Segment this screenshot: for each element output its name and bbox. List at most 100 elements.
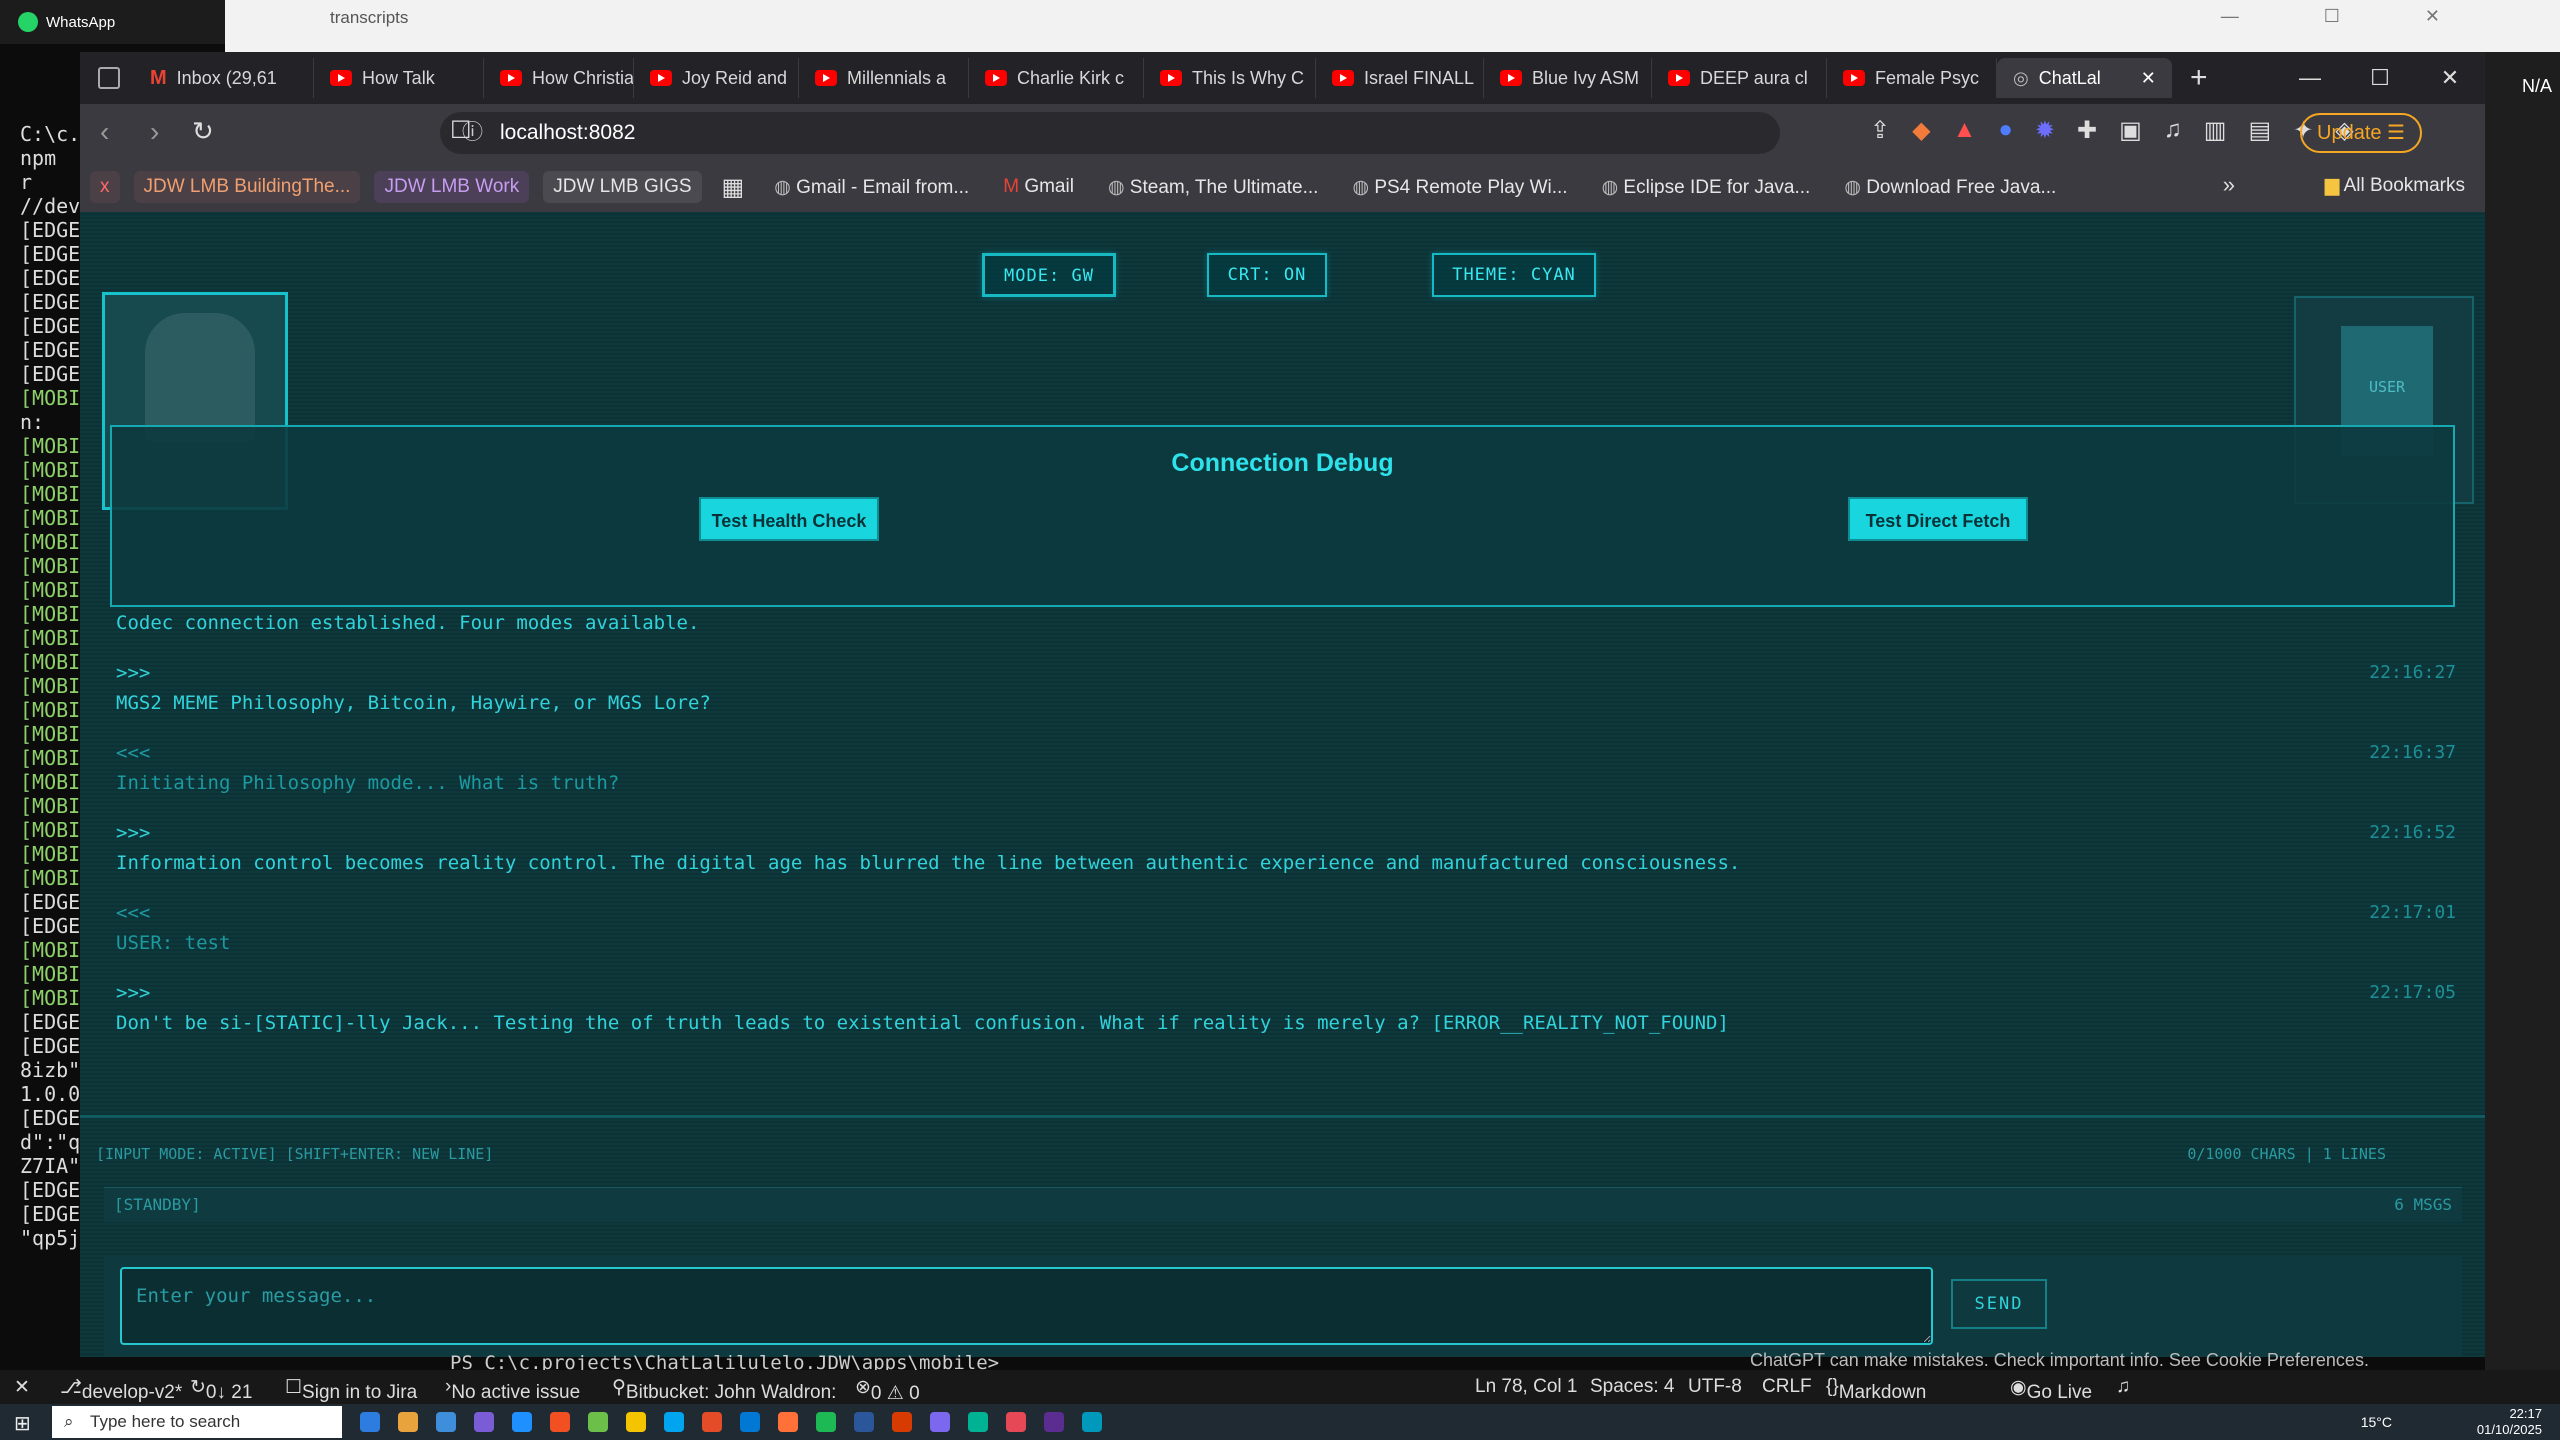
bookmark-label: Gmail [1024,176,1074,197]
bookmark-icon[interactable]: ☐ [450,116,472,145]
explorer-titlebar[interactable]: transcripts — ☐ ✕ [225,0,2560,52]
taskbar-app-icon[interactable] [512,1412,532,1432]
whatsapp-titlebar[interactable]: WhatsApp [0,0,225,44]
tab-11[interactable]: Female Psyc [1827,58,1997,98]
tab-8[interactable]: Israel FINALL [1316,58,1484,98]
screenshot-icon[interactable]: ▣ [2119,116,2142,145]
indentation[interactable]: Spaces: 4 [1590,1376,1675,1398]
language-mode[interactable]: {} Markdown [1826,1376,1926,1403]
tab-10[interactable]: DEEP aura cl [1652,58,1827,98]
test-direct-fetch-button[interactable]: Test Direct Fetch [1848,497,2028,541]
bookmark-item[interactable]: ◍ Download Free Java... [1834,171,2066,204]
taskbar-app-icon[interactable] [398,1412,418,1432]
tab-1[interactable]: M Inbox (29,61 [134,58,314,98]
git-branch[interactable]: ⎇ develop-v2* [60,1376,182,1403]
more-bookmarks-chevron-icon[interactable]: » [2223,172,2235,198]
share-icon[interactable]: ⇪ [1870,116,1890,145]
taskbar-app-icon[interactable] [968,1412,988,1432]
tab-4[interactable]: Joy Reid and [634,58,799,98]
taskbar-app-icon[interactable] [930,1412,950,1432]
weather[interactable]: 15°C [2361,1414,2392,1430]
forward-button[interactable]: › [150,116,159,148]
tab-2[interactable]: How Talk [314,58,484,98]
tab-3[interactable]: How Christia [484,58,634,98]
back-button[interactable]: ‹ [100,116,109,148]
gmail-icon: M [150,66,167,89]
bookmark-item[interactable]: JDW LMB BuildingThe... [133,171,361,203]
taskbar-app-icon[interactable] [1082,1412,1102,1432]
tab-5[interactable]: Millennials a [799,58,969,98]
tab-6[interactable]: Charlie Kirk c [969,58,1144,98]
crt-toggle-button[interactable]: CRT: ON [1207,253,1327,297]
problems-count[interactable]: ⊗ 0 ⚠ 0 [855,1376,920,1404]
taskbar-app-icon[interactable] [816,1412,836,1432]
taskbar-app-icon[interactable] [778,1412,798,1432]
bookmark-item[interactable]: JDW LMB GIGS [543,171,702,203]
bookmark-item[interactable]: ◍ PS4 Remote Play Wi... [1342,171,1577,204]
test-health-check-button[interactable]: Test Health Check [699,497,879,541]
encoding[interactable]: UTF-8 [1688,1376,1742,1398]
explorer-window-controls[interactable]: — ☐ ✕ [2221,6,2480,27]
taskbar-app-icon[interactable] [892,1412,912,1432]
notifications-bell-icon[interactable]: ♫ [2116,1376,2130,1398]
taskbar-app-icon[interactable] [702,1412,722,1432]
taskbar-app-icon[interactable] [588,1412,608,1432]
taskbar-search[interactable]: ⌕ Type here to search [52,1406,342,1438]
url-field[interactable]: ⓘ localhost:8082 [440,112,1780,154]
taskbar-app-icon[interactable] [854,1412,874,1432]
start-button[interactable]: ⊞ [14,1411,31,1436]
terminal-line: [MOBI [20,674,80,698]
taskbar-app-icon[interactable] [360,1412,380,1432]
mode-toggle-button[interactable]: MODE: GW [982,253,1116,297]
bookmark-item[interactable]: ◍ Gmail - Email from... [764,171,979,204]
tab-12[interactable]: ◎ ChatLal ✕ [1997,58,2172,98]
sidebar-toggle-icon[interactable] [98,67,120,89]
terminal-line: [MOBI [20,698,80,722]
taskbar-app-icon[interactable] [1006,1412,1026,1432]
bookmark-item[interactable]: ◍ Eclipse IDE for Java... [1592,171,1821,204]
taskbar-app-icon[interactable] [474,1412,494,1432]
close-window-button[interactable]: ✕ [2415,65,2485,91]
clock-date[interactable]: 01/10/2025 [2477,1422,2542,1438]
taskbar-app-icon[interactable] [740,1412,760,1432]
update-button[interactable]: Update ☰ [2300,113,2422,153]
jira-signin[interactable]: ☐ Sign in to Jira [285,1376,417,1403]
apps-grid-icon[interactable]: ▦ [722,173,745,202]
brave-shield-icon[interactable]: ◆ [1912,116,1930,145]
tab-7[interactable]: This Is Why C [1144,58,1316,98]
clock-time[interactable]: 22:17 [2477,1406,2542,1422]
brave-rewards-icon[interactable]: ▲ [1953,116,1977,145]
go-live[interactable]: ◉ Go Live [2010,1376,2092,1403]
extensions-puzzle-icon[interactable]: ✚ [2077,116,2097,145]
maximize-button[interactable]: ☐ [2345,65,2415,91]
media-icon[interactable]: ♫ [2164,116,2182,145]
cursor-position[interactable]: Ln 78, Col 1 [1475,1376,1577,1398]
taskbar-app-icon[interactable] [1044,1412,1064,1432]
wallet-icon[interactable]: ▤ [2248,116,2271,145]
taskbar-app-icon[interactable] [550,1412,570,1432]
all-bookmarks[interactable]: ▆ All Bookmarks [2325,174,2465,197]
remote-icon[interactable]: ✕ [14,1376,30,1399]
message-input[interactable] [120,1267,1933,1345]
git-sync[interactable]: ↻ 0↓ 21 [190,1376,252,1403]
reload-button[interactable]: ↻ [192,116,214,147]
bookmark-item[interactable]: JDW LMB Work [374,171,530,203]
send-button[interactable]: SEND [1951,1279,2047,1329]
line-endings[interactable]: CRLF [1762,1376,1812,1398]
sidebar-icon[interactable]: ▥ [2204,116,2227,145]
bookmark-item[interactable]: ◍ Steam, The Ultimate... [1098,171,1329,204]
bookmark-item[interactable]: M Gmail [993,171,1084,203]
bookmark-item[interactable]: x [90,171,120,203]
active-issue[interactable]: › No active issue [445,1376,580,1403]
taskbar-app-icon[interactable] [626,1412,646,1432]
taskbar-app-icon[interactable] [664,1412,684,1432]
minimize-button[interactable]: — [2275,65,2345,91]
tab-9[interactable]: Blue Ivy ASM [1484,58,1652,98]
extension-a-icon[interactable]: ● [1998,116,2013,145]
close-tab-icon[interactable]: ✕ [2141,68,2156,89]
extension-b-icon[interactable]: ✹ [2035,116,2055,145]
new-tab-button[interactable]: + [2172,61,2226,95]
bitbucket-status[interactable]: ⚲ Bitbucket: John Waldron: [612,1376,836,1403]
taskbar-app-icon[interactable] [436,1412,456,1432]
theme-toggle-button[interactable]: THEME: CYAN [1432,253,1596,297]
